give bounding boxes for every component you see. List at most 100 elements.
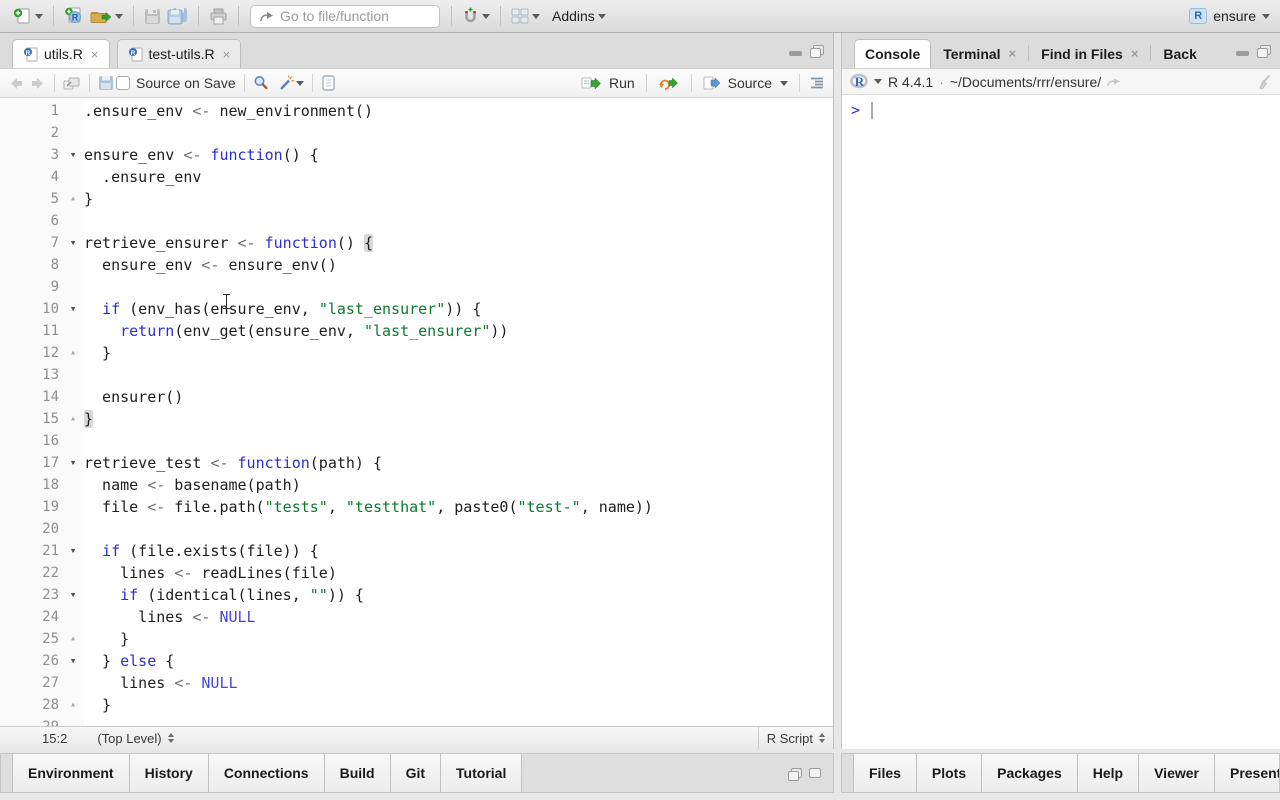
code-editor[interactable]: 1.ensure_env <- new_environment()23▾ensu… <box>0 98 833 726</box>
close-tab-icon[interactable]: × <box>1131 46 1139 61</box>
source-button[interactable]: Source <box>700 73 791 93</box>
minimize-pane-icon[interactable] <box>789 51 802 56</box>
forward-icon[interactable] <box>29 76 46 91</box>
rerun-button[interactable] <box>655 74 683 92</box>
fold-marker-icon[interactable]: ▾ <box>62 540 84 562</box>
tab-presentation[interactable]: Presentati <box>1215 754 1280 792</box>
code-line-28[interactable]: 28▴ } <box>0 694 833 716</box>
code-line-26[interactable]: 26▾ } else { <box>0 650 833 672</box>
scope-selector-arrows-icon[interactable] <box>168 733 174 743</box>
code-line-3[interactable]: 3▾ensure_env <- function() { <box>0 144 833 166</box>
code-line-14[interactable]: 14 ensurer() <box>0 386 833 408</box>
save-all-button[interactable] <box>164 5 191 27</box>
code-line-22[interactable]: 22 lines <- readLines(file) <box>0 562 833 584</box>
tab-console[interactable]: Console <box>854 39 931 68</box>
open-file-button[interactable] <box>87 6 126 27</box>
code-line-13[interactable]: 13 <box>0 364 833 386</box>
code-line-29[interactable]: 29 <box>0 716 833 726</box>
code-line-21[interactable]: 21▾ if (file.exists(file)) { <box>0 540 833 562</box>
print-button[interactable] <box>206 6 231 27</box>
code-line-2[interactable]: 2 <box>0 122 833 144</box>
close-tab-icon[interactable]: × <box>223 47 231 62</box>
maximize-pane-icon[interactable] <box>1257 45 1270 56</box>
tab-terminal[interactable]: Terminal × <box>931 39 1028 68</box>
tab-packages[interactable]: Packages <box>982 754 1078 792</box>
code-line-15[interactable]: 15▴} <box>0 408 833 430</box>
close-tab-icon[interactable]: × <box>1009 46 1017 61</box>
code-line-11[interactable]: 11 return(env_get(ensure_env, "last_ensu… <box>0 320 833 342</box>
tab-test-utils-r[interactable]: R test-utils.R × <box>117 39 242 68</box>
code-line-19[interactable]: 19 file <- file.path("tests", "testthat"… <box>0 496 833 518</box>
code-tools-caret[interactable] <box>296 81 304 90</box>
tab-find-in-files[interactable]: Find in Files × <box>1029 39 1150 68</box>
maximize-pane-icon[interactable] <box>809 768 821 778</box>
source-on-save-checkbox[interactable] <box>116 76 130 90</box>
fold-marker-icon[interactable]: ▴ <box>62 694 84 716</box>
code-line-1[interactable]: 1.ensure_env <- new_environment() <box>0 100 833 122</box>
tab-help[interactable]: Help <box>1078 754 1139 792</box>
compile-report-icon[interactable] <box>321 75 336 91</box>
code-tools-wand-icon[interactable] <box>278 75 296 91</box>
fold-marker-icon[interactable]: ▾ <box>62 232 84 254</box>
code-line-9[interactable]: 9 <box>0 276 833 298</box>
code-line-25[interactable]: 25▴ } <box>0 628 833 650</box>
source-menu-caret[interactable] <box>780 81 788 90</box>
fold-marker-icon[interactable]: ▾ <box>62 452 84 474</box>
scope-label[interactable]: (Top Level) <box>97 731 161 746</box>
new-file-menu-caret[interactable] <box>35 14 43 23</box>
code-line-16[interactable]: 16 <box>0 430 833 452</box>
tab-environment[interactable]: Environment <box>12 754 130 792</box>
back-icon[interactable] <box>8 76 25 91</box>
code-line-27[interactable]: 27 lines <- NULL <box>0 672 833 694</box>
fold-marker-icon[interactable]: ▾ <box>62 584 84 606</box>
tab-utils-r[interactable]: R utils.R × <box>12 39 110 68</box>
code-line-10[interactable]: 10▾ if (env_has(ensure_env, "last_ensure… <box>0 298 833 320</box>
save-button[interactable] <box>141 6 164 27</box>
open-wd-arrow-icon[interactable] <box>1106 75 1122 88</box>
code-line-23[interactable]: 23▾ if (identical(lines, "")) { <box>0 584 833 606</box>
code-line-24[interactable]: 24 lines <- NULL <box>0 606 833 628</box>
code-line-8[interactable]: 8 ensure_env <- ensure_env() <box>0 254 833 276</box>
pane-layout-button[interactable] <box>508 6 543 26</box>
code-line-20[interactable]: 20 <box>0 518 833 540</box>
code-line-6[interactable]: 6 <box>0 210 833 232</box>
open-in-new-window-icon[interactable] <box>63 76 81 91</box>
tab-background-jobs[interactable]: Back <box>1151 39 1196 68</box>
find-replace-icon[interactable] <box>253 75 270 91</box>
save-file-icon[interactable] <box>98 75 114 91</box>
fold-marker-icon[interactable]: ▴ <box>62 628 84 650</box>
addins-button[interactable]: Addins <box>549 6 609 26</box>
magnet-button[interactable] <box>459 5 493 27</box>
fold-marker-icon[interactable]: ▴ <box>62 408 84 430</box>
console-body[interactable]: > <box>842 95 1280 749</box>
fold-marker-icon[interactable]: ▾ <box>62 298 84 320</box>
new-project-button[interactable]: R <box>61 5 87 27</box>
code-line-5[interactable]: 5▴} <box>0 188 833 210</box>
tab-history[interactable]: History <box>130 754 209 792</box>
code-line-12[interactable]: 12▴ } <box>0 342 833 364</box>
code-line-17[interactable]: 17▾retrieve_test <- function(path) { <box>0 452 833 474</box>
tab-build[interactable]: Build <box>325 754 391 792</box>
close-tab-icon[interactable]: × <box>91 47 99 62</box>
fold-marker-icon[interactable]: ▾ <box>62 144 84 166</box>
fold-marker-icon[interactable]: ▴ <box>62 342 84 364</box>
fold-marker-icon[interactable]: ▾ <box>62 650 84 672</box>
run-button[interactable]: Run <box>578 73 638 93</box>
clear-console-broom-icon[interactable] <box>1255 74 1272 90</box>
r-version-caret[interactable] <box>874 79 882 88</box>
maximize-pane-icon[interactable] <box>810 45 823 56</box>
file-type-label[interactable]: R Script <box>767 731 813 746</box>
tab-viewer[interactable]: Viewer <box>1139 754 1215 792</box>
restore-pane-icon[interactable] <box>788 768 801 779</box>
pane-layout-caret[interactable] <box>532 14 540 23</box>
magnet-menu-caret[interactable] <box>482 14 490 23</box>
fold-marker-icon[interactable]: ▴ <box>62 188 84 210</box>
code-line-7[interactable]: 7▾retrieve_ensurer <- function() { <box>0 232 833 254</box>
minimize-pane-icon[interactable] <box>1236 51 1249 56</box>
new-file-button[interactable] <box>10 6 46 27</box>
tab-files[interactable]: Files <box>853 754 917 792</box>
tab-connections[interactable]: Connections <box>209 754 325 792</box>
tab-git[interactable]: Git <box>391 754 441 792</box>
goto-file-function-input[interactable]: Go to file/function <box>250 5 440 28</box>
project-menu-button[interactable]: R ensure <box>1189 8 1270 24</box>
